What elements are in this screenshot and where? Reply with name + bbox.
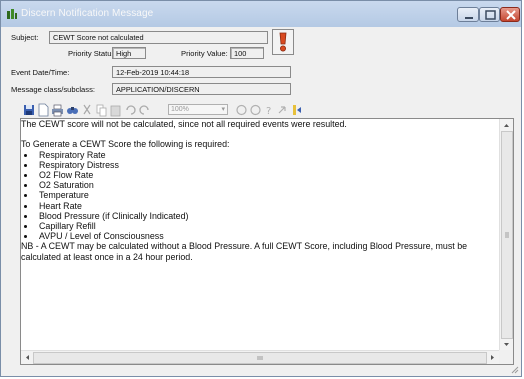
grip-icon — [505, 232, 509, 238]
cut-icon[interactable] — [81, 103, 94, 117]
find-icon[interactable] — [66, 103, 79, 117]
window-title: Discern Notification Message — [21, 8, 154, 19]
notification-window: Discern Notification Message Subject: CE… — [0, 0, 522, 377]
close-icon — [506, 10, 516, 20]
horizontal-scrollbar[interactable] — [21, 350, 499, 364]
maximize-icon — [485, 10, 496, 20]
priority-value-field: 100 — [230, 47, 264, 59]
save-icon[interactable] — [23, 103, 36, 117]
subject-label: Subject: — [11, 33, 39, 42]
minimize-button[interactable] — [457, 7, 479, 22]
list-item: Temperature — [36, 190, 488, 200]
scroll-right-icon[interactable] — [487, 351, 499, 364]
svg-text:?: ? — [266, 106, 271, 117]
vertical-scroll-thumb[interactable] — [501, 131, 513, 339]
note-text: NB - A CEWT may be calculated without a … — [21, 241, 468, 262]
list-item: Respiratory Distress — [36, 160, 488, 170]
event-datetime-label: Event Date/Time: — [11, 68, 70, 77]
resize-grip-icon[interactable] — [509, 364, 519, 374]
print-icon[interactable] — [51, 103, 64, 117]
requirements-list: Respiratory Rate Respiratory Distress O2… — [21, 150, 488, 242]
undo-icon[interactable] — [124, 103, 137, 117]
redo-icon[interactable] — [138, 103, 151, 117]
priority-value-label: Priority Value: — [181, 49, 228, 58]
app-icon — [7, 9, 17, 19]
lead-text: To Generate a CEWT Score the following i… — [21, 139, 230, 150]
nav-back-icon[interactable] — [235, 103, 248, 117]
insert-icon[interactable] — [290, 103, 303, 117]
copy-icon[interactable] — [95, 103, 108, 117]
intro-text: The CEWT score will not be calculated, s… — [21, 119, 347, 129]
vertical-scrollbar[interactable] — [499, 119, 513, 351]
event-datetime-field: 12-Feb-2019 10:44:18 — [112, 66, 291, 78]
alert-icon — [279, 32, 287, 52]
subject-field: CEWT Score not calculated — [49, 31, 268, 44]
list-item: Heart Rate — [36, 201, 488, 211]
message-class-label: Message class/subclass: — [11, 85, 95, 94]
document-toolbar: 100% ▾ ? — [23, 103, 301, 117]
paste-icon[interactable] — [109, 103, 122, 117]
help-icon[interactable]: ? — [263, 103, 276, 117]
zoom-value: 100% — [171, 106, 189, 113]
message-class-field: APPLICATION/DISCERN — [112, 83, 291, 95]
minimize-icon — [465, 17, 473, 19]
title-bar[interactable]: Discern Notification Message — [1, 1, 521, 27]
list-item: O2 Saturation — [36, 180, 488, 190]
list-item: Respiratory Rate — [36, 150, 488, 160]
grip-icon — [257, 356, 263, 360]
zoom-combo[interactable]: 100% ▾ — [168, 104, 228, 115]
list-item: Blood Pressure (if Clinically Indicated) — [36, 211, 488, 221]
scroll-left-icon[interactable] — [21, 351, 33, 364]
chevron-down-icon: ▾ — [221, 106, 225, 113]
list-item: Capillary Refill — [36, 221, 488, 231]
list-item: O2 Flow Rate — [36, 170, 488, 180]
maximize-button[interactable] — [479, 7, 500, 22]
priority-status-label: Priority Status: — [68, 49, 118, 58]
scroll-up-icon[interactable] — [500, 119, 513, 131]
new-icon[interactable] — [37, 103, 50, 117]
horizontal-scroll-thumb[interactable] — [33, 352, 487, 364]
document-body: The CEWT score will not be calculated, s… — [21, 119, 488, 351]
nav-forward-icon[interactable] — [249, 103, 262, 117]
list-item: AVPU / Level of Consciousness — [36, 231, 488, 241]
close-button[interactable] — [500, 7, 520, 22]
priority-status-field: High — [112, 47, 146, 59]
scroll-corner — [499, 350, 513, 364]
alert-button[interactable] — [272, 29, 294, 55]
refresh-icon[interactable] — [276, 103, 289, 117]
message-document[interactable]: The CEWT score will not be calculated, s… — [20, 118, 514, 365]
